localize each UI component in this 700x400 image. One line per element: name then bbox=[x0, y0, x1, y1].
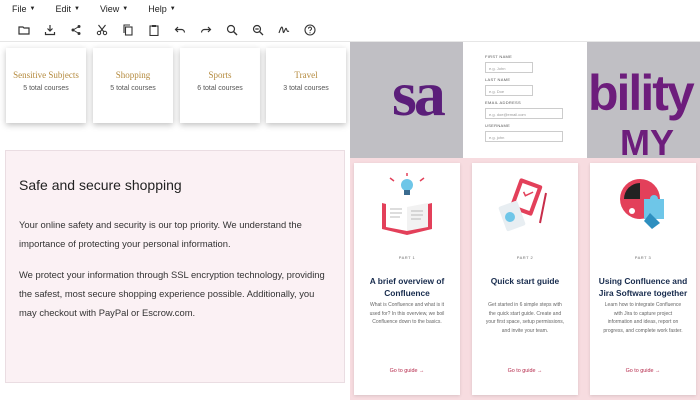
course-card-shopping[interactable]: Shopping 5 total courses bbox=[93, 48, 173, 123]
course-card-travel[interactable]: Travel 3 total courses bbox=[266, 48, 346, 123]
guide-title: A brief overview of Confluence bbox=[369, 276, 445, 298]
guide-part: PART 3 bbox=[634, 255, 652, 260]
secure-shopping-paragraph-1: Your online safety and security is our t… bbox=[19, 219, 302, 249]
go-to-guide-link[interactable]: Go to guide → bbox=[354, 368, 460, 374]
guide-card-overview[interactable]: PART 1 A brief overview of Confluence Wh… bbox=[354, 163, 460, 395]
checklist-illustration bbox=[498, 178, 547, 232]
paste-icon[interactable] bbox=[147, 23, 161, 37]
menu-edit-label: Edit bbox=[55, 4, 71, 14]
last-name-field[interactable]: e.g. Doe bbox=[485, 85, 533, 96]
banner-logo-left: sa bbox=[392, 58, 446, 129]
redo-icon[interactable] bbox=[199, 23, 213, 37]
course-count: 5 total courses bbox=[110, 85, 156, 92]
caret-down-icon: ▼ bbox=[73, 6, 80, 12]
guide-description: What is Confluence and what is it used f… bbox=[369, 302, 445, 325]
zoom-out-icon[interactable] bbox=[251, 23, 265, 37]
last-name-label: LAST NAME bbox=[485, 77, 511, 82]
course-card-sensitive-subjects[interactable]: Sensitive Subjects 5 total courses bbox=[6, 48, 86, 123]
course-count: 6 total courses bbox=[197, 85, 243, 92]
go-to-guide-link[interactable]: Go to guide → bbox=[590, 368, 696, 374]
guide-card-quick-start[interactable]: PART 2 Quick start guide Get started in … bbox=[472, 163, 578, 395]
menu-bar: File ▼ Edit ▼ View ▼ Help ▼ bbox=[0, 0, 700, 18]
signup-form: FIRST NAME e.g. John LAST NAME e.g. Doe … bbox=[463, 42, 587, 158]
banner-logo-right: bility bbox=[588, 65, 695, 121]
caret-down-icon: ▼ bbox=[29, 6, 36, 12]
secure-shopping-panel: Safe and secure shopping Your online saf… bbox=[5, 150, 345, 383]
menu-help[interactable]: Help ▼ bbox=[148, 4, 175, 14]
course-count: 3 total courses bbox=[283, 85, 329, 92]
first-name-field[interactable]: e.g. John bbox=[485, 62, 533, 73]
zoom-in-icon[interactable] bbox=[225, 23, 239, 37]
email-field[interactable]: e.g. doe@email.com bbox=[485, 108, 563, 119]
copy-icon[interactable] bbox=[121, 23, 135, 37]
guide-card-confluence-jira[interactable]: PART 3 Using Confluence and Jira Softwar… bbox=[590, 163, 696, 395]
toolbar bbox=[0, 18, 700, 42]
guide-title: Quick start guide bbox=[490, 276, 560, 286]
download-icon[interactable] bbox=[43, 23, 57, 37]
share-icon[interactable] bbox=[69, 23, 83, 37]
puzzle-illustration bbox=[620, 179, 664, 229]
left-panel: Sensitive Subjects 5 total courses Shopp… bbox=[0, 42, 350, 400]
menu-view-label: View bbox=[99, 4, 120, 14]
cut-icon[interactable] bbox=[95, 23, 109, 37]
right-panel: sa bility MY FIRST NAME e.g. John LAST N… bbox=[350, 42, 700, 400]
menu-help-label: Help bbox=[148, 4, 167, 14]
caret-down-icon: ▼ bbox=[122, 6, 129, 12]
course-name: Travel bbox=[294, 70, 318, 80]
folder-icon[interactable] bbox=[17, 23, 31, 37]
first-name-label: FIRST NAME bbox=[485, 54, 513, 59]
guide-description: Learn how to integrate Confluence with J… bbox=[603, 302, 683, 334]
menu-file-label: File bbox=[12, 4, 27, 14]
secure-shopping-title: Safe and secure shopping bbox=[19, 177, 182, 193]
book-lightbulb-illustration bbox=[382, 173, 432, 235]
help-icon[interactable] bbox=[303, 23, 317, 37]
username-label: USERNAME bbox=[485, 123, 511, 128]
course-name: Sensitive Subjects bbox=[13, 70, 79, 80]
course-name: Shopping bbox=[115, 70, 151, 80]
course-count: 5 total courses bbox=[23, 85, 69, 92]
go-to-guide-link[interactable]: Go to guide → bbox=[472, 368, 578, 374]
menu-edit[interactable]: Edit ▼ bbox=[55, 4, 79, 14]
caret-down-icon: ▼ bbox=[169, 6, 176, 12]
banner-logo-right-2: MY bbox=[620, 122, 674, 158]
guide-description: Get started in 6 simple steps with the q… bbox=[485, 302, 565, 334]
guide-part: PART 2 bbox=[516, 255, 534, 260]
email-label: EMAIL ADDRESS bbox=[485, 100, 521, 105]
signature-icon[interactable] bbox=[277, 23, 291, 37]
course-name: Sports bbox=[208, 70, 232, 80]
guide-part: PART 1 bbox=[398, 255, 416, 260]
username-field[interactable]: e.g. john bbox=[485, 131, 563, 142]
menu-view[interactable]: View ▼ bbox=[100, 4, 128, 14]
secure-shopping-paragraph-2: We protect your information through SSL … bbox=[19, 269, 325, 318]
guide-title: Using Confluence and Jira Software toget… bbox=[598, 276, 688, 298]
course-card-sports[interactable]: Sports 6 total courses bbox=[180, 48, 260, 123]
undo-icon[interactable] bbox=[173, 23, 187, 37]
menu-file[interactable]: File ▼ bbox=[12, 4, 35, 14]
banner-image: sa bility MY FIRST NAME e.g. John LAST N… bbox=[350, 42, 700, 158]
